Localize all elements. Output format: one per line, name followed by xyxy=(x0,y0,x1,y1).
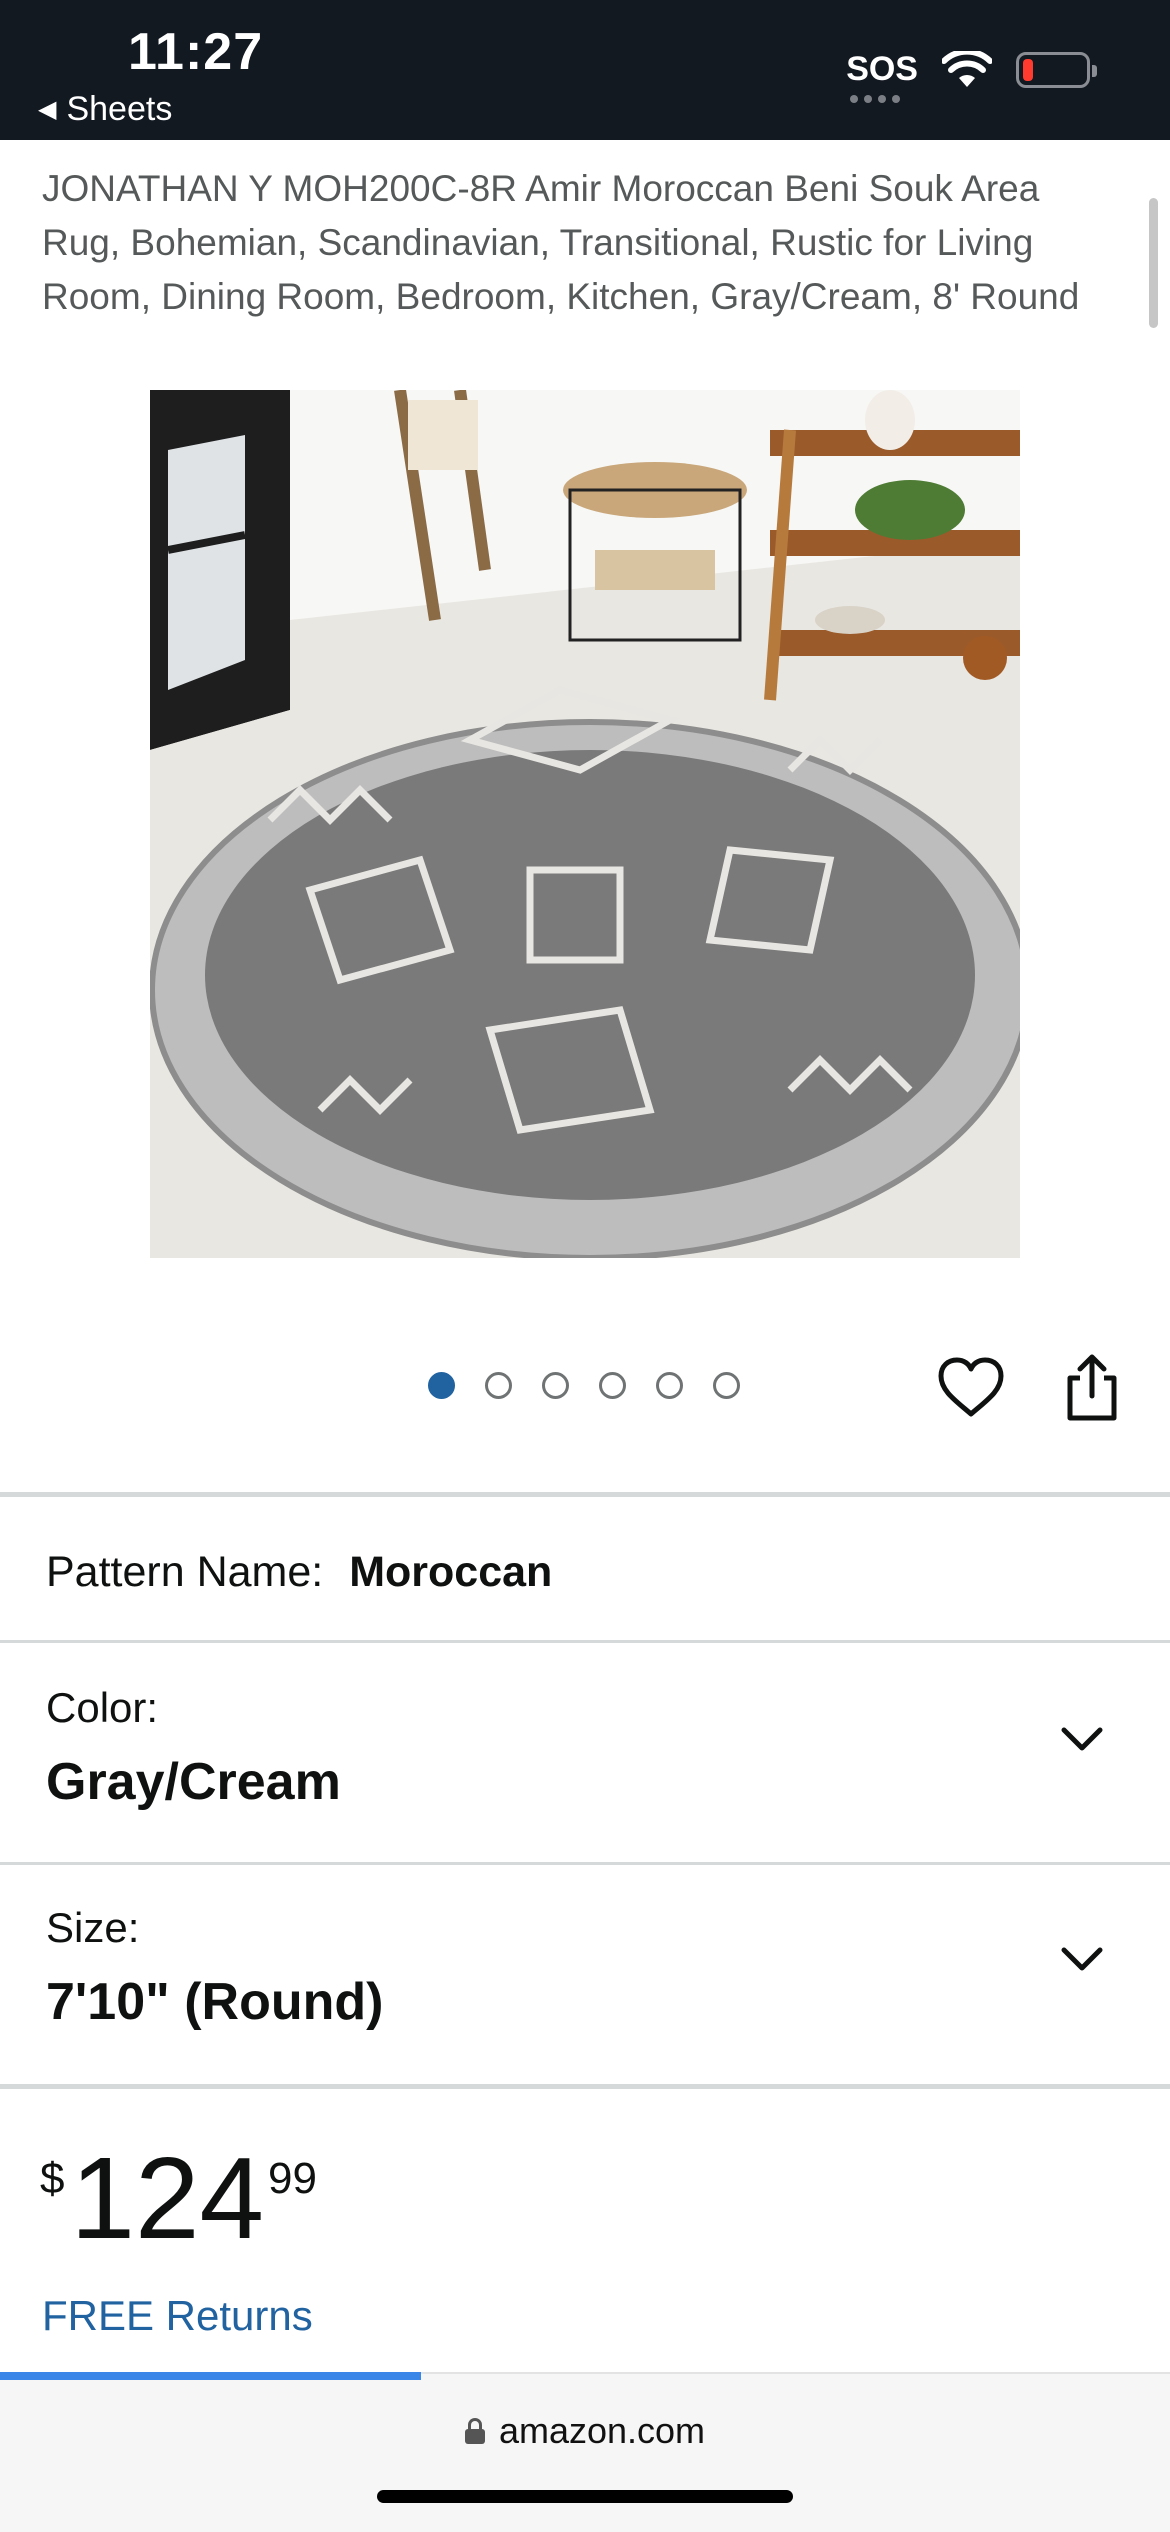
image-carousel-dots[interactable] xyxy=(428,1372,740,1399)
section-divider xyxy=(0,1862,1170,1865)
chevron-down-icon[interactable] xyxy=(1058,1722,1106,1756)
status-indicators: SOS xyxy=(846,50,1097,103)
carousel-dot[interactable] xyxy=(656,1372,683,1399)
chevron-down-icon[interactable] xyxy=(1058,1942,1106,1976)
pattern-value: Moroccan xyxy=(349,1548,553,1596)
status-bar: 11:27 ◀ Sheets SOS xyxy=(0,0,1170,140)
rug-illustration xyxy=(150,390,1020,1258)
size-label: Size: xyxy=(46,1904,140,1951)
carousel-dot[interactable] xyxy=(599,1372,626,1399)
wifi-icon xyxy=(942,50,992,87)
sos-indicator: SOS xyxy=(846,50,918,103)
price: $ 124 99 xyxy=(40,2140,317,2256)
section-divider xyxy=(0,1492,1170,1497)
lock-icon xyxy=(464,2418,485,2444)
product-image[interactable] xyxy=(150,390,1020,1258)
url-bar[interactable]: amazon.com xyxy=(0,2410,1170,2452)
share-icon[interactable] xyxy=(1060,1352,1124,1424)
section-divider xyxy=(0,2084,1170,2089)
carousel-dot[interactable] xyxy=(542,1372,569,1399)
scroll-indicator xyxy=(1149,198,1158,328)
status-time: 11:27 xyxy=(128,23,264,81)
browser-bottom-bar xyxy=(0,2372,1170,2532)
carousel-dot[interactable] xyxy=(428,1372,455,1399)
battery-icon xyxy=(1016,51,1097,88)
signal-dots xyxy=(850,95,901,103)
back-to-sheets-link[interactable]: ◀ Sheets xyxy=(38,90,172,129)
page-load-progress xyxy=(0,2372,421,2380)
home-indicator[interactable] xyxy=(377,2490,793,2503)
product-title[interactable]: JONATHAN Y MOH200C-8R Amir Moroccan Beni… xyxy=(42,162,1122,324)
section-divider xyxy=(0,1640,1170,1643)
price-whole: 124 xyxy=(70,2133,265,2263)
price-currency-symbol: $ xyxy=(40,2154,65,2203)
free-returns-link[interactable]: FREE Returns xyxy=(42,2292,313,2340)
carousel-dot[interactable] xyxy=(485,1372,512,1399)
carousel-dot[interactable] xyxy=(713,1372,740,1399)
heart-icon[interactable] xyxy=(936,1356,1006,1420)
sos-label: SOS xyxy=(846,50,918,88)
pattern-name-row: Pattern Name: Moroccan xyxy=(46,1548,552,1597)
color-label: Color: xyxy=(46,1684,159,1731)
price-fraction: 99 xyxy=(268,2154,317,2203)
battery-level xyxy=(1023,58,1033,81)
size-value: 7'10" (Round) xyxy=(46,1973,384,2031)
color-value: Gray/Cream xyxy=(46,1753,341,1811)
url-text: amazon.com xyxy=(498,2410,706,2451)
back-label: Sheets xyxy=(66,90,173,128)
back-caret-icon: ◀ xyxy=(38,96,57,123)
pattern-label: Pattern Name: xyxy=(46,1548,324,1596)
